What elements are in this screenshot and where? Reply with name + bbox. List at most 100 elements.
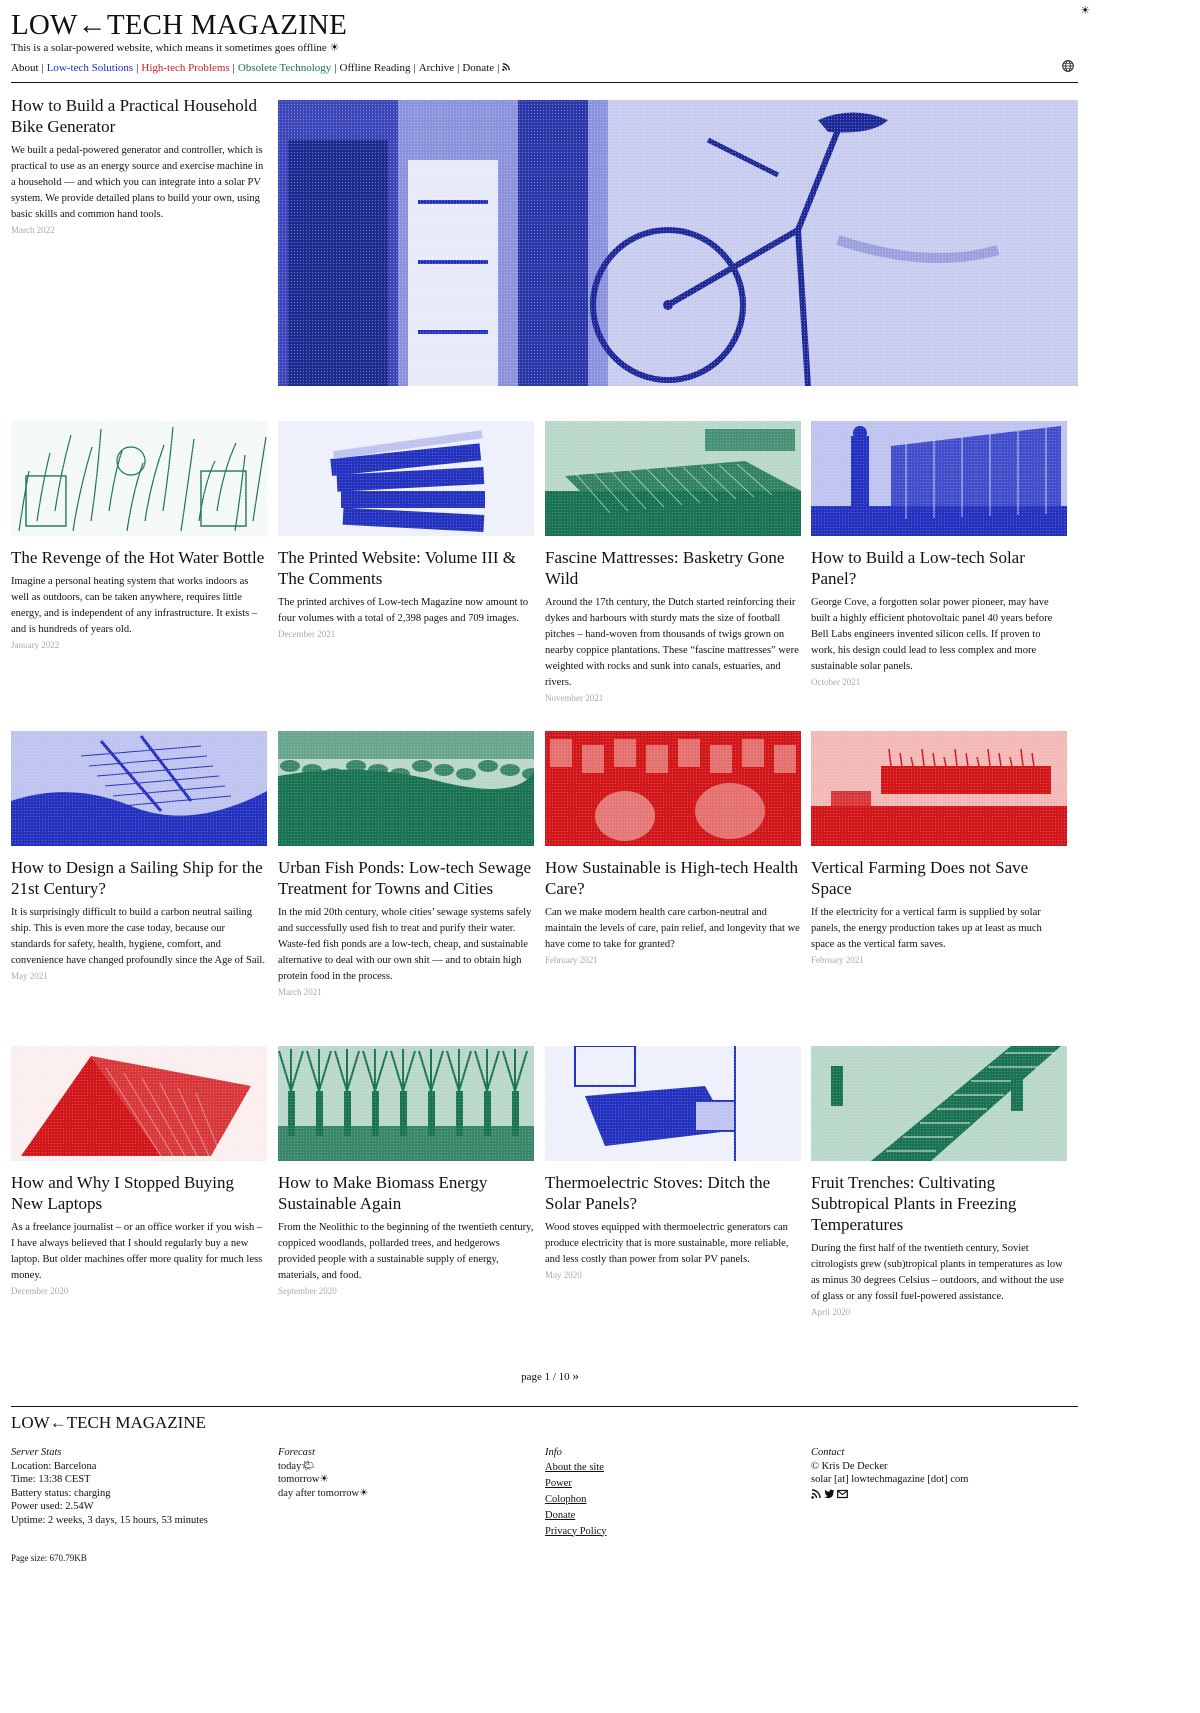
featured-image[interactable] xyxy=(278,100,1078,386)
article-desc: The printed archives of Low-tech Magazin… xyxy=(278,597,529,624)
about-site-link[interactable]: About the site xyxy=(545,1460,795,1476)
featured-desc: We built a pedal-powered generator and c… xyxy=(11,145,264,220)
article-date: May 2021 xyxy=(11,971,48,981)
nav-separator: | xyxy=(497,62,500,74)
nav-separator: | xyxy=(334,62,337,74)
server-uptime: Uptime: 2 weeks, 3 days, 15 hours, 53 mi… xyxy=(11,1514,208,1526)
article-title[interactable]: The Revenge of the Hot Water Bottle xyxy=(11,547,267,568)
article-card: How Sustainable is High-tech Health Care… xyxy=(545,731,801,965)
featured-article: How to Build a Practical Household Bike … xyxy=(11,95,269,235)
server-location: Location: Barcelona xyxy=(11,1460,97,1472)
nav-separator: | xyxy=(232,62,235,74)
article-date: January 2022 xyxy=(11,640,60,650)
server-time: Time: 13:38 CEST xyxy=(11,1474,91,1485)
article-date: October 2021 xyxy=(811,677,861,687)
site-logo[interactable]: LOW←TECH MAGAZINE xyxy=(11,8,1078,42)
nav-about[interactable]: About xyxy=(11,62,39,74)
privacy-policy-link[interactable]: Privacy Policy xyxy=(545,1524,795,1540)
article-thumbnail[interactable] xyxy=(545,421,801,536)
article-card: How to Build a Low-tech Solar Panel? Geor… xyxy=(811,421,1067,687)
nav-offline-reading[interactable]: Offline Reading xyxy=(340,62,411,74)
article-title[interactable]: How to Build a Low-tech Solar Panel? xyxy=(811,547,1067,589)
sun-icon[interactable]: ☀ xyxy=(1080,4,1090,17)
article-title[interactable]: How Sustainable is High-tech Health Care… xyxy=(545,857,801,899)
mail-icon[interactable] xyxy=(837,1489,849,1499)
article-title[interactable]: How to Make Biomass Energy Sustainable A… xyxy=(278,1172,534,1214)
article-card: Fruit Trenches: Cultivating Subtropical … xyxy=(811,1046,1067,1317)
article-title[interactable]: Fascine Mattresses: Basketry Gone Wild xyxy=(545,547,801,589)
rss-icon[interactable] xyxy=(502,63,511,71)
power-link[interactable]: Power xyxy=(545,1476,795,1492)
nav-separator: | xyxy=(136,62,139,74)
article-title[interactable]: How and Why I Stopped Buying New Laptops xyxy=(11,1172,267,1214)
article-thumbnail[interactable] xyxy=(811,731,1067,846)
nav-high-tech-problems[interactable]: High-tech Problems xyxy=(141,62,229,74)
article-title[interactable]: Urban Fish Ponds: Low-tech Sewage Treatm… xyxy=(278,857,534,899)
contact-email: solar [at] lowtechmagazine [dot] com xyxy=(811,1474,969,1485)
article-card: Thermoelectric Stoves: Ditch the Solar P… xyxy=(545,1046,801,1280)
article-title[interactable]: The Printed Website: Volume III & The Co… xyxy=(278,547,534,589)
article-thumbnail[interactable] xyxy=(278,1046,534,1161)
article-desc: From the Neolithic to the beginning of t… xyxy=(278,1222,534,1281)
info-links: Info About the site Power Colophon Donat… xyxy=(545,1446,795,1540)
article-thumbnail[interactable] xyxy=(811,421,1067,536)
power-used: Power used: 2.54W xyxy=(11,1501,94,1512)
article-card: Fascine Mattresses: Basketry Gone Wild Ar… xyxy=(545,421,801,703)
article-desc: If the electricity for a vertical farm i… xyxy=(811,907,1042,950)
battery-status: Battery status: charging xyxy=(11,1487,111,1499)
forecast-day-after: day after tomorrow☀ xyxy=(278,1487,369,1499)
article-title[interactable]: Thermoelectric Stoves: Ditch the Solar P… xyxy=(545,1172,801,1214)
article-thumbnail[interactable] xyxy=(11,731,267,846)
article-thumbnail[interactable] xyxy=(278,421,534,536)
page-indicator: page 1 / 10 xyxy=(521,1371,570,1383)
colophon-link[interactable]: Colophon xyxy=(545,1492,795,1508)
article-desc: During the first half of the twentieth c… xyxy=(811,1243,1064,1302)
article-desc: Wood stoves equipped with thermoelectric… xyxy=(545,1222,789,1265)
article-date: May 2020 xyxy=(545,1270,582,1280)
article-desc: As a freelance journalist – or an office… xyxy=(11,1222,263,1281)
next-page-link[interactable]: » xyxy=(572,1368,579,1383)
article-thumbnail[interactable] xyxy=(811,1046,1067,1161)
article-title[interactable]: How to Design a Sailing Ship for the 21s… xyxy=(11,857,267,899)
article-date: December 2021 xyxy=(278,629,336,639)
footer-logo[interactable]: LOW←TECH MAGAZINE xyxy=(11,1413,206,1433)
site-tagline: This is a solar-powered website, which m… xyxy=(11,42,340,54)
article-desc: Around the 17th century, the Dutch start… xyxy=(545,597,799,688)
article-date: December 2020 xyxy=(11,1286,69,1296)
footer-divider xyxy=(11,1406,1078,1407)
article-thumbnail[interactable] xyxy=(11,1046,267,1161)
article-desc: George Cove, a forgotten solar power pio… xyxy=(811,597,1053,672)
article-date: September 2020 xyxy=(278,1286,337,1296)
article-title[interactable]: Vertical Farming Does not Save Space xyxy=(811,857,1067,899)
article-thumbnail[interactable] xyxy=(11,421,267,536)
article-thumbnail[interactable] xyxy=(278,731,534,846)
page-size: Page size: 670.79KB xyxy=(11,1553,87,1563)
nav-donate[interactable]: Donate xyxy=(462,62,494,74)
rss-icon[interactable] xyxy=(811,1488,821,1499)
nav-obsolete-technology[interactable]: Obsolete Technology xyxy=(238,62,331,74)
article-title[interactable]: Fruit Trenches: Cultivating Subtropical … xyxy=(811,1172,1067,1235)
article-date: March 2021 xyxy=(278,987,322,997)
article-desc: Imagine a personal heating system that w… xyxy=(11,576,258,635)
main-nav: About | Low-tech Solutions | High-tech Probl… xyxy=(11,62,1078,74)
featured-title[interactable]: How to Build a Practical Household Bike … xyxy=(11,95,269,137)
info-heading: Info xyxy=(545,1447,562,1458)
article-date: February 2021 xyxy=(811,955,864,965)
nav-low-tech-solutions[interactable]: Low-tech Solutions xyxy=(47,62,133,74)
twitter-icon[interactable] xyxy=(823,1489,835,1499)
article-card: The Revenge of the Hot Water Bottle Imagi… xyxy=(11,421,267,650)
article-thumbnail[interactable] xyxy=(545,1046,801,1161)
article-date: November 2021 xyxy=(545,693,604,703)
article-card: How to Make Biomass Energy Sustainable A… xyxy=(278,1046,534,1296)
pagination: page 1 / 10 » xyxy=(0,1368,1100,1384)
article-desc: It is surprisingly difficult to build a … xyxy=(11,907,265,966)
nav-archive[interactable]: Archive xyxy=(419,62,454,74)
donate-link[interactable]: Donate xyxy=(545,1508,795,1524)
article-card: Vertical Farming Does not Save Space If t… xyxy=(811,731,1067,965)
article-thumbnail[interactable] xyxy=(545,731,801,846)
article-card: How to Design a Sailing Ship for the 21s… xyxy=(11,731,267,981)
globe-icon[interactable] xyxy=(1062,60,1074,72)
nav-separator: | xyxy=(41,62,44,74)
article-date: April 2020 xyxy=(811,1307,851,1317)
contact: Contact © Kris De Decker solar [at] lowt… xyxy=(811,1446,1061,1503)
